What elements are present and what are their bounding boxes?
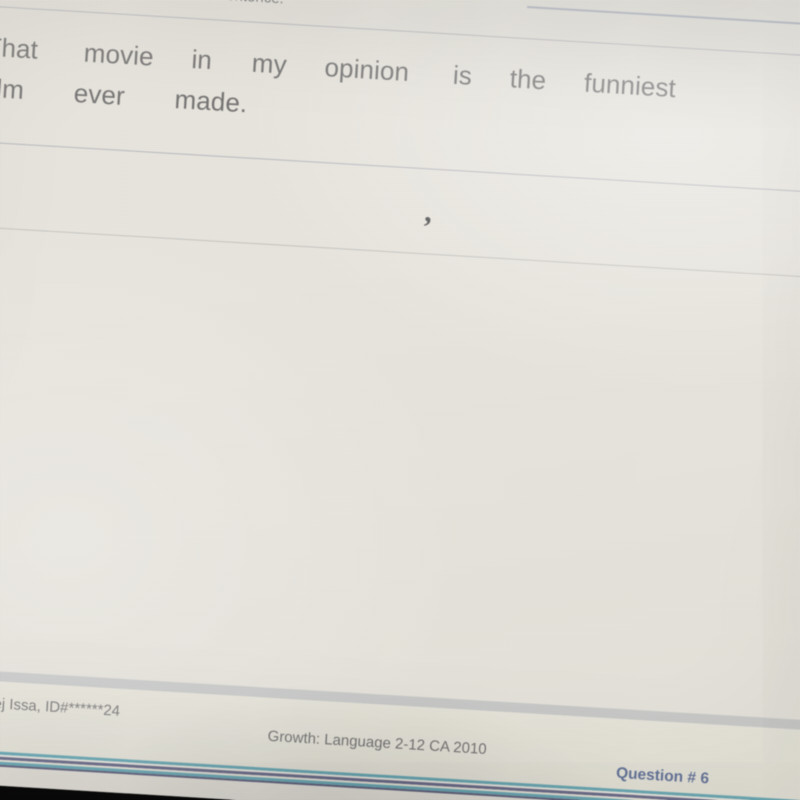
student-identifier: Areej Issa, ID#******24 bbox=[0, 693, 121, 720]
word-token[interactable]: in bbox=[191, 44, 213, 76]
word-token[interactable]: movie bbox=[83, 37, 155, 72]
word-token[interactable]: the bbox=[509, 63, 547, 96]
test-name-label: Growth: Language 2-12 CA 2010 bbox=[267, 727, 488, 758]
comma-token[interactable]: , bbox=[424, 195, 433, 228]
word-token[interactable]: film bbox=[0, 72, 25, 105]
word-token[interactable]: ever bbox=[73, 78, 126, 112]
answer-area[interactable]: , bbox=[0, 139, 800, 281]
test-question-page: ... the sentence. That movie in my opini… bbox=[0, 0, 800, 800]
instruction-text: ... the sentence. bbox=[177, 0, 285, 7]
sentence-container: That movie in my opinion is the funniest… bbox=[0, 32, 800, 154]
word-token[interactable]: That bbox=[0, 32, 39, 66]
word-token[interactable]: is bbox=[452, 60, 473, 92]
word-token[interactable]: made. bbox=[174, 84, 248, 119]
word-token[interactable]: opinion bbox=[324, 52, 410, 88]
word-token[interactable]: funniest bbox=[583, 68, 677, 104]
question-number-label: Question # 6 bbox=[615, 764, 710, 788]
word-token[interactable]: my bbox=[251, 48, 288, 81]
monitor-screen: ... the sentence. That movie in my opini… bbox=[0, 0, 800, 800]
photograph-of-monitor: ... the sentence. That movie in my opini… bbox=[0, 0, 800, 800]
